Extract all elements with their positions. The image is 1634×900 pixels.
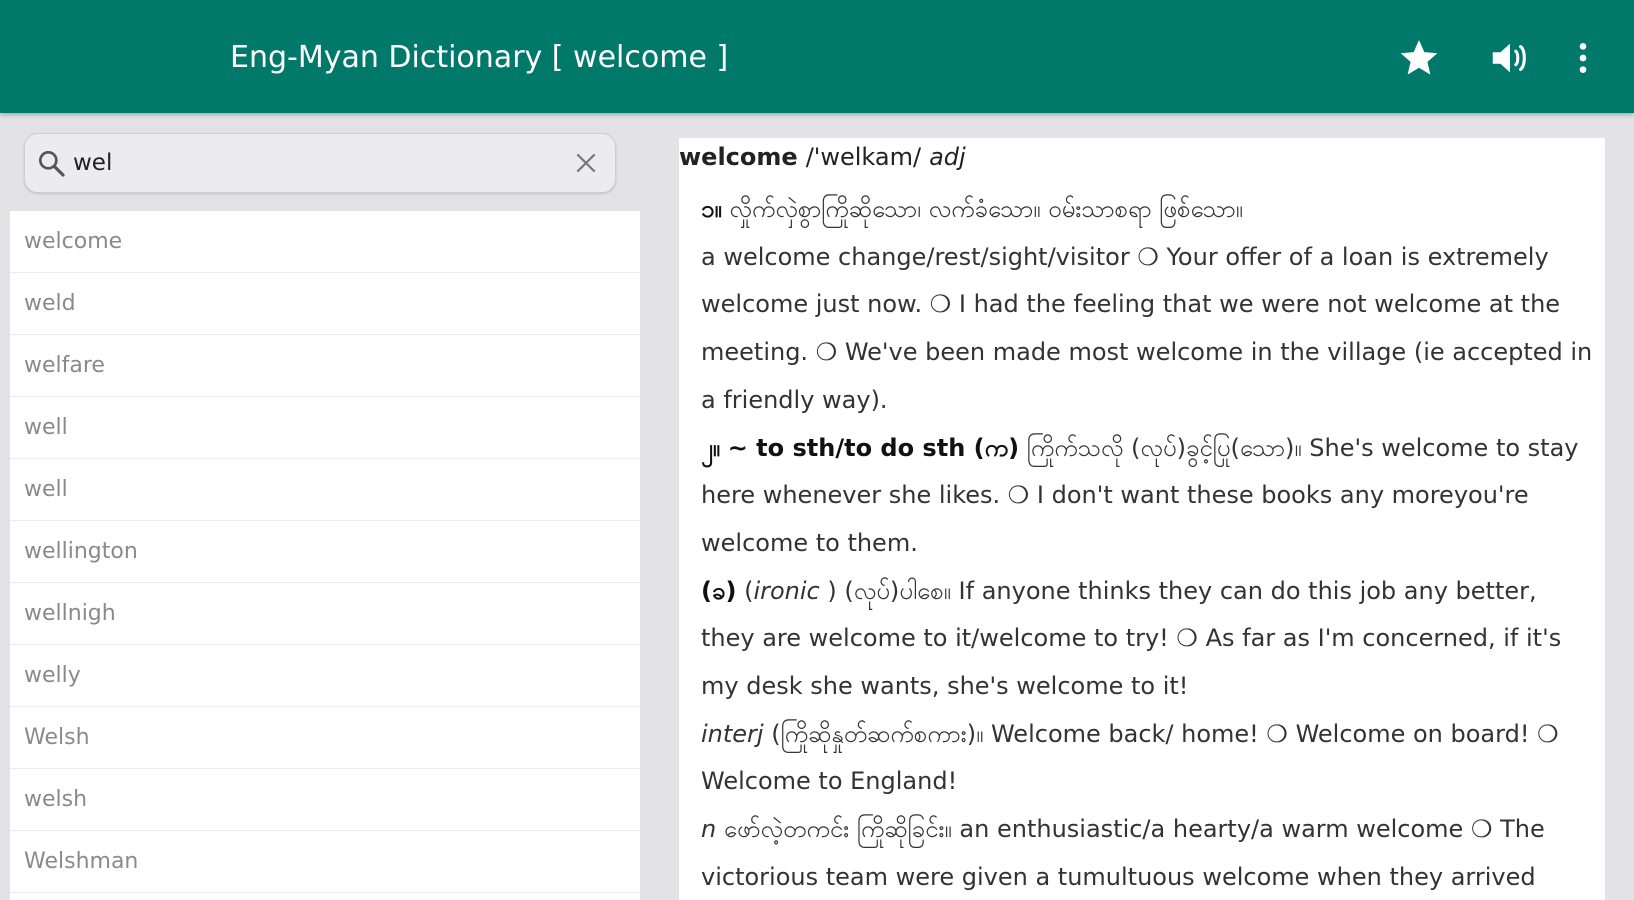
sense-phrase: ~ to sth/to do sth (က) bbox=[727, 433, 1020, 462]
list-item[interactable]: welly bbox=[10, 645, 640, 707]
sense-2: ၂။ ~ to sth/to do sth (က) ကြိုက်သလို (လု… bbox=[701, 425, 1597, 568]
usage-label: ironic bbox=[753, 576, 820, 605]
myanmar-meaning: (လုပ်)ပါစေ။ bbox=[844, 576, 951, 605]
search-box[interactable] bbox=[24, 133, 616, 193]
list-item[interactable]: welsh bbox=[10, 769, 640, 831]
sense-1-examples: a welcome change/rest/sight/visitor ❍ Yo… bbox=[701, 242, 1593, 414]
definition-panel[interactable]: welcome/'welkam/adj ၁။ လှိုက်လှဲစွာကြိုဆ… bbox=[679, 138, 1605, 900]
part-of-speech: n bbox=[701, 815, 717, 844]
pronunciation: /'welkam/ bbox=[805, 143, 922, 171]
myanmar-meaning: လှိုက်လှဲစွာကြိုဆိုသော၊ လက်ခံသော။ ဝမ်းသာ… bbox=[729, 195, 1243, 223]
list-item[interactable]: well bbox=[10, 397, 640, 459]
search-input[interactable] bbox=[71, 142, 555, 184]
list-item[interactable]: weld bbox=[10, 273, 640, 335]
list-item[interactable]: welcome bbox=[10, 211, 640, 273]
search-icon bbox=[35, 147, 67, 179]
sense-number: ၁။ bbox=[701, 195, 722, 223]
list-item[interactable]: wellington bbox=[10, 521, 640, 583]
sense-3: (ခ) (ironic ) (လုပ်)ပါစေ။ If anyone thin… bbox=[701, 576, 1562, 701]
sense-3-examples: If anyone thinks they can do this job an… bbox=[701, 576, 1562, 701]
word-list-pane: welcome weld welfare well well wellingto… bbox=[0, 113, 650, 900]
myanmar-meaning: ကြိုက်သလို (လုပ်)ခွင့်ပြု(သော)။ bbox=[1026, 433, 1302, 462]
part-of-speech: adj bbox=[929, 143, 966, 171]
headword: welcome bbox=[679, 143, 798, 171]
definition-pane: welcome/'welkam/adj ၁။ လှိုက်လှဲစွာကြိုဆ… bbox=[655, 113, 1634, 900]
app-bar: Eng-Myan Dictionary [ welcome ] bbox=[0, 0, 1634, 113]
myanmar-meaning: ဖော်လဲ့တကင်း ကြိုဆိုခြင်း။ bbox=[723, 815, 952, 844]
definition-body: ၁။ လှိုက်လှဲစွာကြိုဆိုသော၊ လက်ခံသော။ ဝမ်… bbox=[701, 186, 1597, 900]
interjection-sense: interj (ကြိုဆိုနှုတ်ဆက်စကား)။ Welcome ba… bbox=[701, 711, 1597, 806]
close-icon[interactable] bbox=[573, 150, 599, 176]
list-item[interactable]: wellnigh bbox=[10, 583, 640, 645]
list-item[interactable]: well bbox=[10, 459, 640, 521]
myanmar-meaning: (ကြိုဆိုနှုတ်ဆက်စကား)။ bbox=[771, 719, 984, 748]
star-icon[interactable] bbox=[1393, 32, 1445, 84]
entry-heading: welcome/'welkam/adj bbox=[679, 143, 966, 171]
speaker-icon[interactable] bbox=[1484, 32, 1536, 84]
list-item[interactable]: Welsh bbox=[10, 707, 640, 769]
list-item[interactable]: Welshman bbox=[10, 831, 640, 893]
sense-1: ၁။ လှိုက်လှဲစွာကြိုဆိုသော၊ လက်ခံသော။ ဝမ်… bbox=[701, 186, 1597, 234]
more-vert-icon[interactable] bbox=[1557, 32, 1609, 84]
part-of-speech: interj bbox=[701, 719, 764, 748]
sense-number: ၂။ bbox=[701, 433, 721, 462]
app-title: Eng-Myan Dictionary [ welcome ] bbox=[230, 40, 729, 75]
list-item[interactable]: welfare bbox=[10, 335, 640, 397]
word-list: welcome weld welfare well well wellingto… bbox=[10, 211, 640, 900]
noun-sense: n ဖော်လဲ့တကင်း ကြိုဆိုခြင်း။ an enthusia… bbox=[701, 806, 1597, 900]
sense-number: (ခ) bbox=[701, 576, 737, 605]
